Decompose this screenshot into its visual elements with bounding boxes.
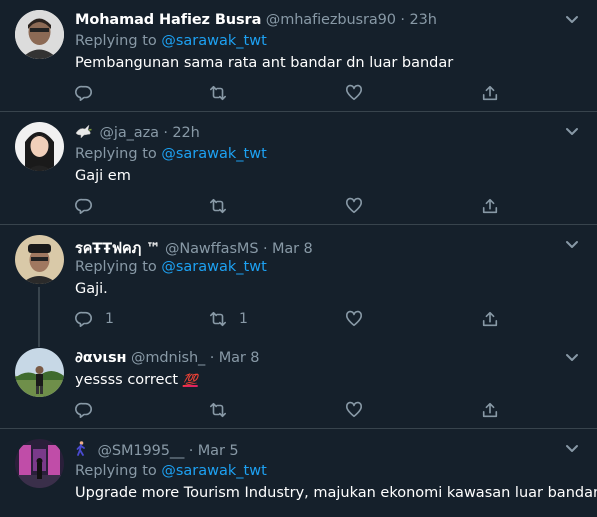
avatar-ja_aza[interactable]	[15, 122, 64, 171]
share-button[interactable]	[481, 195, 499, 217]
replying-to-label: Replying to	[75, 33, 162, 49]
mention-link[interactable]: @sarawak_twt	[161, 33, 266, 49]
timestamp[interactable]: 23h	[409, 12, 436, 28]
mention-link[interactable]: @sarawak_twt	[161, 146, 266, 162]
replying-to: Replying to @sarawak_twt	[75, 463, 267, 479]
like-button[interactable]	[345, 399, 363, 421]
tweet-2[interactable]: @ja_aza · 22h Replying to @sarawak_twt G…	[0, 112, 597, 223]
tweet-text: Gaji em	[75, 168, 131, 184]
tweet-actions	[75, 399, 515, 421]
mention-link[interactable]: @sarawak_twt	[161, 463, 266, 479]
replying-to: Replying to @sarawak_twt	[75, 259, 267, 275]
share-button[interactable]	[481, 308, 499, 330]
avatar-NawffasMS[interactable]	[15, 235, 64, 284]
share-icon	[482, 311, 498, 327]
reply-icon	[75, 402, 92, 419]
dot-separator: ·	[258, 241, 272, 257]
tweet-4[interactable]: ∂ανιѕн @mdnish_ · Mar 8 yessss correct 💯	[0, 336, 597, 428]
user-handle[interactable]: @mhafiezbusra90	[266, 12, 396, 28]
replying-to: Replying to @sarawak_twt	[75, 33, 267, 49]
like-icon	[345, 401, 363, 418]
retweet-button[interactable]	[209, 195, 227, 217]
display-name[interactable]: รคŦŦฟคฦ ™	[75, 241, 161, 257]
share-button[interactable]	[481, 399, 499, 421]
avatar-mhafiezbusra90[interactable]	[15, 10, 64, 59]
user-handle[interactable]: @mdnish_	[131, 350, 205, 366]
tweet-5[interactable]: @SM1995__ · Mar 5 Replying to @sarawak_t…	[0, 429, 597, 517]
tweet-header: @ja_aza · 22h	[75, 124, 200, 143]
chevron-down-icon[interactable]	[565, 350, 579, 364]
mention-link[interactable]: @sarawak_twt	[161, 259, 266, 275]
tweet-header: @SM1995__ · Mar 5	[75, 441, 239, 461]
tweet-text-container: yessss correct 💯	[75, 372, 198, 388]
replying-to-label: Replying to	[75, 259, 162, 275]
like-button[interactable]	[345, 308, 363, 330]
retweet-count: 1	[239, 311, 248, 327]
replying-to-label: Replying to	[75, 463, 162, 479]
retweet-icon	[209, 311, 227, 327]
retweet-icon	[209, 402, 227, 418]
tweet-actions	[75, 82, 515, 104]
replying-to-label: Replying to	[75, 146, 162, 162]
reply-icon	[75, 311, 92, 328]
chevron-down-icon[interactable]	[565, 441, 579, 455]
reply-icon	[75, 85, 92, 102]
reply-count: 1	[105, 311, 114, 327]
tweet-text: Gaji.	[75, 281, 108, 297]
display-name[interactable]: Mohamad Hafiez Busra	[75, 12, 261, 28]
timestamp[interactable]: Mar 8	[272, 241, 313, 257]
tweet-header: ∂ανιѕн @mdnish_ · Mar 8	[75, 350, 260, 366]
walking-person-icon	[75, 441, 87, 461]
tweet-actions	[75, 195, 515, 217]
retweet-icon	[209, 85, 227, 101]
tweet-text: yessss correct	[75, 372, 179, 388]
display-name[interactable]: ∂ανιѕн	[75, 350, 127, 366]
dot-separator: ·	[205, 350, 219, 366]
user-handle[interactable]: @NawffasMS	[165, 241, 259, 257]
like-icon	[345, 310, 363, 327]
reply-icon	[75, 198, 92, 215]
like-button[interactable]	[345, 195, 363, 217]
user-handle[interactable]: @ja_aza	[100, 125, 159, 141]
tweet-text: Pembangunan sama rata ant bandar dn luar…	[75, 55, 454, 71]
retweet-icon	[209, 198, 227, 214]
share-icon	[482, 85, 498, 101]
share-icon	[482, 198, 498, 214]
tweet-header: Mohamad Hafiez Busra @mhafiezbusra90 · 2…	[75, 12, 437, 28]
avatar-mdnish_[interactable]	[15, 348, 64, 397]
reply-button[interactable]	[75, 82, 93, 104]
retweet-button[interactable]: 1	[209, 308, 248, 330]
tweet-3[interactable]: รคŦŦฟคฦ ™ @NawffasMS · Mar 8 Replying to…	[0, 225, 597, 347]
like-icon	[345, 197, 363, 214]
user-handle[interactable]: @SM1995__	[98, 443, 185, 459]
tweet-text: Upgrade more Tourism Industry, majukan e…	[75, 485, 597, 501]
dot-separator: ·	[395, 12, 410, 28]
reply-button[interactable]: 1	[75, 308, 114, 330]
timestamp[interactable]: 22h	[172, 125, 199, 141]
timestamp[interactable]: Mar 5	[198, 443, 239, 459]
chevron-down-icon[interactable]	[565, 237, 579, 251]
reply-button[interactable]	[75, 399, 93, 421]
retweet-button[interactable]	[209, 399, 227, 421]
dove-icon	[75, 124, 92, 143]
hundred-points-emoji: 💯	[182, 373, 198, 387]
tweet-actions: 1 1	[75, 308, 515, 330]
like-icon	[345, 84, 363, 101]
share-icon	[482, 402, 498, 418]
avatar-SM1995__[interactable]	[15, 439, 64, 488]
share-button[interactable]	[481, 82, 499, 104]
chevron-down-icon[interactable]	[565, 124, 579, 138]
like-button[interactable]	[345, 82, 363, 104]
reply-button[interactable]	[75, 195, 93, 217]
retweet-button[interactable]	[209, 82, 227, 104]
tweet-header: รคŦŦฟคฦ ™ @NawffasMS · Mar 8	[75, 237, 313, 260]
tweet-1[interactable]: Mohamad Hafiez Busra @mhafiezbusra90 · 2…	[0, 0, 597, 111]
replying-to: Replying to @sarawak_twt	[75, 146, 267, 162]
timestamp[interactable]: Mar 8	[219, 350, 260, 366]
dot-separator: ·	[158, 125, 173, 141]
dot-separator: ·	[184, 443, 198, 459]
chevron-down-icon[interactable]	[565, 12, 579, 26]
